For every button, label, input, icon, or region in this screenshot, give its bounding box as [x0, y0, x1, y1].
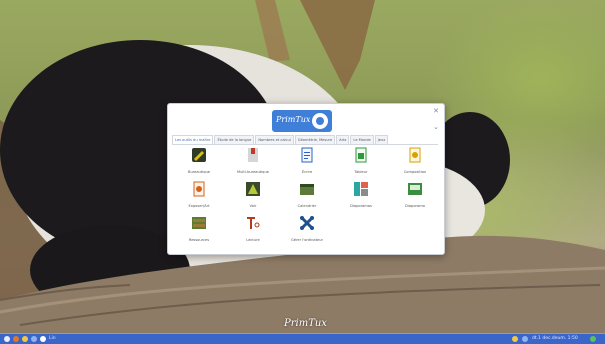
- close-icon[interactable]: ✕: [433, 107, 439, 115]
- app-label: Ressources: [188, 238, 210, 242]
- app-calendrier[interactable]: Calendrier: [283, 181, 331, 209]
- network-icon: [300, 216, 314, 230]
- tab-arts[interactable]: Arts: [336, 135, 350, 144]
- app-label: Calendrier: [297, 204, 317, 208]
- app-label: Multi-bureautique: [237, 170, 269, 174]
- calendar-icon: [300, 184, 314, 195]
- app-label: Écrire: [301, 170, 313, 174]
- app-label: Lecture: [246, 238, 260, 242]
- app-label: Diaporamas: [350, 204, 372, 208]
- app-label: Composition: [403, 170, 427, 174]
- primtux-logo[interactable]: PrimTux: [272, 110, 332, 132]
- palette-icon: [193, 181, 205, 197]
- app-label: Bureautique: [187, 170, 210, 174]
- app-gerer-ordinateur[interactable]: Gérer l'ordinateur: [283, 215, 331, 243]
- app-exposer[interactable]: Exposer/Art: [175, 181, 223, 209]
- app-ressources[interactable]: Ressources: [175, 215, 223, 243]
- app-voir[interactable]: Voir: [229, 181, 277, 209]
- clock: dt.1 dec.deum. 1:50: [532, 336, 578, 341]
- document-gray-icon: [248, 148, 258, 162]
- app-lecture[interactable]: Lecture: [229, 215, 277, 243]
- app-grid: Bureautique Multi-bureautique Écrire Tab…: [172, 147, 438, 247]
- app-label: Diaporama: [405, 204, 425, 208]
- tab-jeux[interactable]: Jeux: [374, 135, 389, 144]
- app-label: Gérer l'ordinateur: [291, 238, 323, 242]
- tab-outils-maitre[interactable]: Les outils du maître: [172, 135, 214, 144]
- desktop-logo: PrimTux: [284, 318, 327, 329]
- scissors-icon: [247, 217, 260, 229]
- taskbar-start-label[interactable]: Lin: [49, 336, 56, 341]
- app-label: Voir: [249, 204, 257, 208]
- app-composition[interactable]: Composition: [391, 147, 439, 175]
- logo-text: PrimTux: [276, 115, 311, 124]
- presentation-icon: [408, 183, 422, 195]
- slides-icon: [354, 182, 368, 196]
- chevron-down-icon[interactable]: ⌄: [433, 123, 439, 131]
- calc-icon: [355, 147, 367, 163]
- image-viewer-icon: [246, 182, 260, 196]
- primtux-launcher-window: PrimTux ✕ ⌄ Les outils du maître Étude d…: [167, 103, 445, 255]
- start-menu-icon[interactable]: [4, 336, 10, 342]
- app-diaporamas[interactable]: Diaporamas: [337, 181, 385, 209]
- app-tableur[interactable]: Tableur: [337, 147, 385, 175]
- app-bureautique[interactable]: Bureautique: [175, 147, 223, 175]
- taskbar: Lin dt.1 dec.deum. 1:50: [0, 333, 605, 344]
- app-label: Exposer/Art: [188, 204, 210, 208]
- app-label: Tableur: [354, 170, 368, 174]
- writer-icon: [301, 147, 313, 163]
- network-status-icon[interactable]: [522, 336, 528, 342]
- folder-icon[interactable]: [22, 336, 28, 342]
- help-icon[interactable]: [40, 336, 46, 342]
- keyboard-icon[interactable]: [512, 336, 518, 342]
- tab-etude-langue[interactable]: Étude de la langue: [214, 135, 255, 144]
- tab-geometrie-mesure[interactable]: Géométrie, Mesure: [294, 135, 336, 144]
- layout-icon: [409, 147, 421, 163]
- pen-icon: [192, 148, 206, 162]
- cabinet-icon: [192, 217, 206, 229]
- app-diaporama[interactable]: Diaporama: [391, 181, 439, 209]
- logo-mark-icon: [312, 113, 328, 129]
- tab-le-monde[interactable]: Le Monde: [350, 135, 374, 144]
- app-ecrire[interactable]: Écrire: [283, 147, 331, 175]
- app-multi-bureautique[interactable]: Multi-bureautique: [229, 147, 277, 175]
- settings-icon[interactable]: [31, 336, 37, 342]
- firefox-icon[interactable]: [13, 336, 19, 342]
- power-icon[interactable]: [590, 336, 596, 342]
- category-tabs: Les outils du maître Étude de la langue …: [172, 135, 438, 145]
- tab-nombres-calcul[interactable]: Nombres et calcul: [255, 135, 294, 144]
